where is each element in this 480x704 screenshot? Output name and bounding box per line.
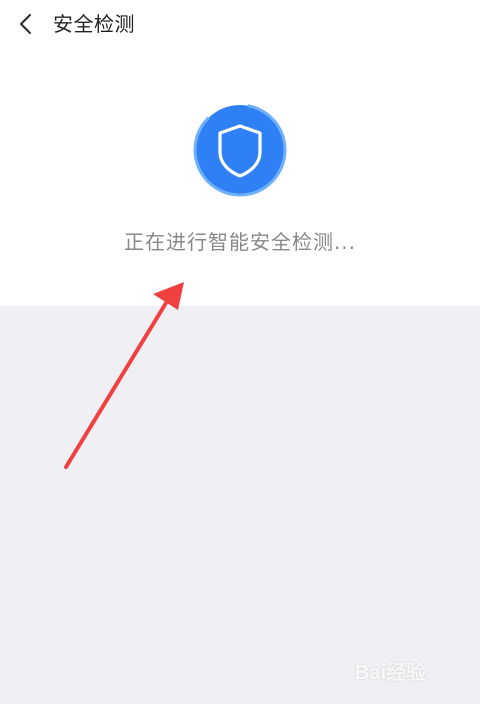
chevron-left-icon bbox=[19, 13, 32, 35]
back-button[interactable] bbox=[8, 6, 44, 42]
top-panel: 安全检测 正在进行智能安全检测... bbox=[0, 0, 480, 306]
scan-badge bbox=[192, 102, 288, 198]
scan-status-text: 正在进行智能安全检测... bbox=[123, 230, 357, 254]
page-title: 安全检测 bbox=[53, 12, 135, 36]
header-bar: 安全检测 bbox=[0, 0, 480, 48]
watermark-text: Bai经验 bbox=[355, 661, 427, 684]
watermark: Bai经验 bbox=[355, 648, 465, 692]
